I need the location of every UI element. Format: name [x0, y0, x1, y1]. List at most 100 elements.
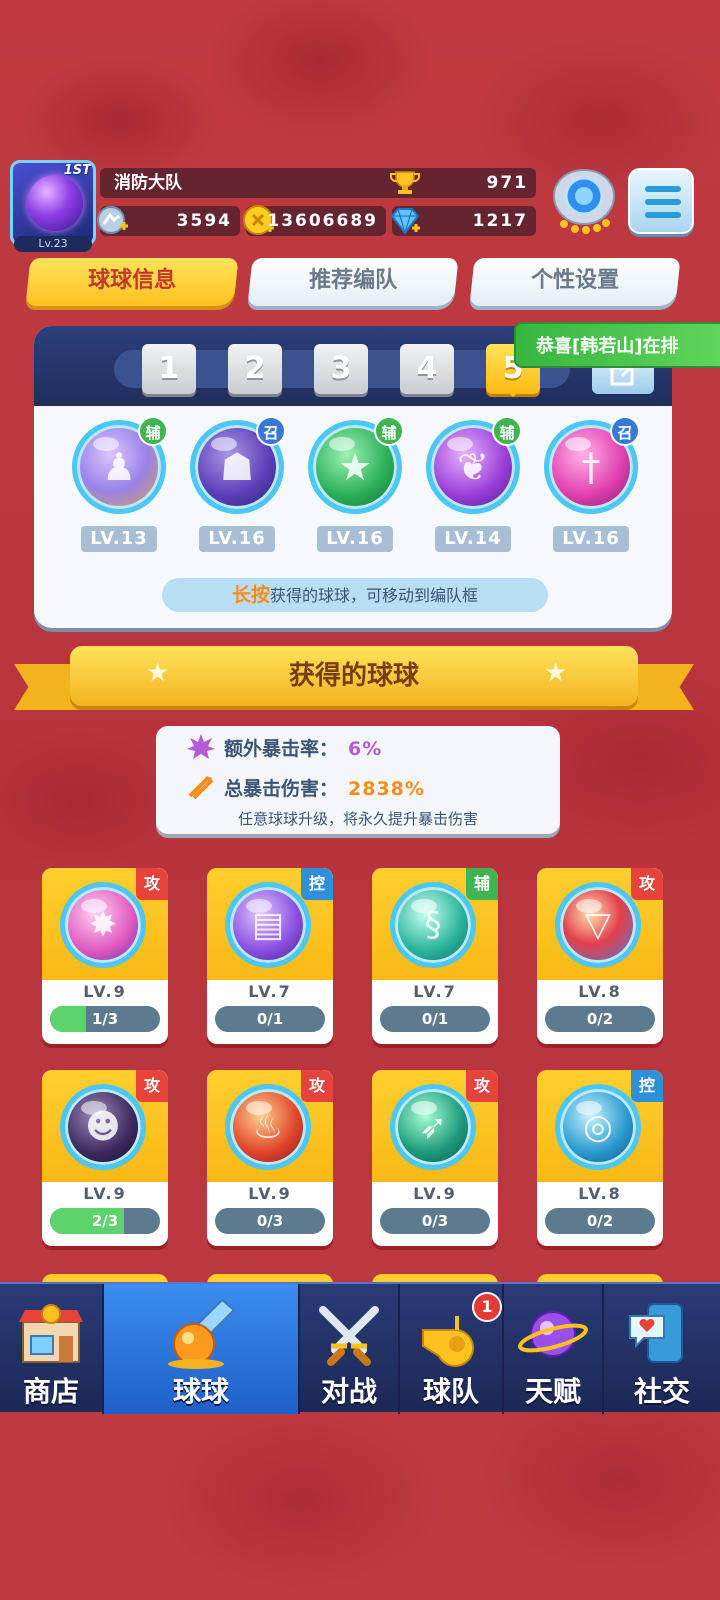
card-role-tag: 辅: [466, 868, 498, 900]
nav-talent-label: 天赋: [524, 1375, 581, 1408]
card-ball-orb: ➶: [390, 1084, 476, 1170]
nav-team[interactable]: 1 球队: [400, 1284, 502, 1414]
crit-stats-card: 额外暴击率： 6% 总暴击伤害： 2838% 任意球球升级，将永久提升暴击伤害: [156, 726, 560, 834]
whirlwind-icon: ◎: [583, 1107, 613, 1147]
ball-card[interactable]: ▽ 攻 LV.8 0/2: [537, 868, 663, 1044]
tab-recommended-lineup-label: 推荐编队: [309, 268, 398, 293]
ball-card[interactable]: ☻ 攻 LV.9 2/3: [42, 1070, 168, 1246]
card-progress-bar: 0/3: [215, 1208, 325, 1234]
ball-card[interactable]: ▤ 控 LV.7 0/1: [207, 868, 333, 1044]
team-notification-badge: 1: [472, 1292, 502, 1322]
card-level: LV.9: [83, 982, 127, 1001]
card-ball-orb: ✸: [60, 882, 146, 968]
lineup-ball-4[interactable]: ❦ 辅 LV.14: [422, 416, 524, 552]
lineup-slot-4[interactable]: 4: [400, 344, 454, 394]
card-level: LV.9: [413, 1184, 457, 1203]
stamina-bar[interactable]: 3594: [97, 206, 240, 236]
nav-shop[interactable]: 商店: [0, 1284, 102, 1414]
lineup-hint-highlight: 长按: [231, 584, 270, 606]
tab-ball-info-label: 球球信息: [88, 268, 177, 293]
card-progress-text: 0/3: [421, 1212, 449, 1230]
broadcast-notice[interactable]: 恭喜[韩若山]在排: [514, 322, 720, 368]
chat-heart-icon: [629, 1303, 683, 1363]
lineup-panel: 1 2 3 4 5 ♟ 辅 LV.13 ☗ 召 LV.16 ★ 辅 LV.16 …: [34, 326, 672, 628]
gold-value: 13606689: [267, 211, 378, 231]
star-icon-left: ★: [146, 658, 170, 688]
crit-rate-value: 6%: [348, 738, 383, 760]
ball-card[interactable]: § 辅 LV.7 0/1: [372, 868, 498, 1044]
nav-social-label: 社交: [633, 1375, 690, 1408]
card-progress-text: 0/2: [586, 1212, 614, 1230]
card-ball-orb: ☻: [60, 1084, 146, 1170]
trophy-count: 971: [486, 173, 528, 193]
ball-card[interactable]: ➶ 攻 LV.9 0/3: [372, 1070, 498, 1246]
card-progress-bar: 0/3: [380, 1208, 490, 1234]
ball-card[interactable]: ✸ 攻 LV.9 1/3: [42, 868, 168, 1044]
nav-social[interactable]: 社交: [604, 1284, 720, 1414]
crit-rate-row: 额外暴击率： 6%: [224, 734, 382, 761]
lineup-slot-3[interactable]: 3: [314, 344, 368, 394]
lineup-ball-3[interactable]: ★ 辅 LV.16: [304, 416, 406, 552]
lineup-ball-4-level: LV.14: [435, 526, 511, 552]
card-progress-text: 0/1: [421, 1010, 449, 1028]
crit-damage-row: 总暴击伤害： 2838%: [224, 774, 425, 801]
card-progress-text: 0/3: [256, 1212, 284, 1230]
bottom-nav: 商店 球球 对战 1 球队 天赋 社交: [0, 1282, 720, 1414]
ball-card[interactable]: ♨ 攻 LV.9 0/3: [207, 1070, 333, 1246]
avatar-orb: [27, 175, 83, 231]
card-progress-bar: 0/1: [380, 1006, 490, 1032]
tab-ball-info[interactable]: 球球信息: [25, 258, 239, 306]
lineup-hint-text: 获得的球球，可移动到编队框: [270, 586, 479, 605]
team-name: 消防大队: [114, 173, 182, 193]
lineup-ball-3-level: LV.16: [317, 526, 393, 552]
card-progress-text: 1/3: [91, 1010, 119, 1028]
stamina-icon: [97, 206, 128, 234]
diamond-value: 1217: [472, 211, 528, 231]
menu-bar-3: [645, 212, 681, 218]
trophy-icon: [390, 171, 420, 194]
ball-card[interactable]: ◎ 控 LV.8 0/2: [537, 1070, 663, 1246]
lineup-ball-5-level: LV.16: [553, 526, 629, 552]
card-ball-orb: ▽: [555, 882, 641, 968]
dragon-icon: §: [424, 905, 442, 945]
card-role-tag: 控: [301, 868, 333, 900]
card-progress-bar: 0/1: [215, 1006, 325, 1032]
nav-battle[interactable]: 对战: [300, 1284, 398, 1414]
diamond-bar[interactable]: 1217: [390, 206, 536, 236]
nav-battle-label: 对战: [320, 1375, 377, 1408]
card-role-tag: 攻: [136, 868, 168, 900]
crit-damage-value: 2838%: [348, 778, 425, 800]
menu-button[interactable]: [628, 168, 694, 234]
card-progress-bar: 0/2: [545, 1006, 655, 1032]
player-avatar[interactable]: 1ST: [10, 160, 96, 246]
card-progress-bar: 2/3: [50, 1208, 160, 1234]
lineup-ball-2-role: 召: [256, 416, 286, 446]
shop-icon: [19, 1304, 83, 1363]
lineup-slot-1[interactable]: 1: [142, 344, 196, 394]
tab-personal-settings[interactable]: 个性设置: [469, 258, 681, 306]
crossed-swords-icon: [319, 1306, 379, 1366]
lineup-ball-4-role: 辅: [492, 416, 522, 446]
lineup-hint: 长按获得的球球，可移动到编队框: [162, 578, 548, 612]
player-level: Lv.23: [14, 236, 92, 252]
nav-talent[interactable]: 天赋: [504, 1284, 602, 1414]
avatar-rank-label: 1ST: [63, 163, 91, 178]
nav-balls[interactable]: 球球: [104, 1284, 298, 1414]
card-role-tag: 攻: [136, 1070, 168, 1102]
diamond-icon: [390, 208, 420, 236]
card-role-tag: 攻: [301, 1070, 333, 1102]
star-icon-right: ★: [544, 658, 568, 688]
lineup-slot-2[interactable]: 2: [228, 344, 282, 394]
lineup-ball-5[interactable]: † 召 LV.16: [540, 416, 642, 552]
prism-icon: ▽: [584, 905, 612, 945]
lineup-ball-2[interactable]: ☗ 召 LV.16: [186, 416, 288, 552]
card-level: LV.7: [248, 982, 292, 1001]
gold-bar[interactable]: 13606689: [243, 205, 386, 236]
lineup-ball-2-level: LV.16: [199, 526, 275, 552]
lineup-ball-1[interactable]: ♟ 辅 LV.13: [68, 416, 170, 552]
rank-badge-icon[interactable]: [548, 166, 620, 236]
nav-shop-label: 商店: [22, 1375, 79, 1408]
tab-recommended-lineup[interactable]: 推荐编队: [247, 258, 459, 306]
crit-rate-label: 额外暴击率：: [224, 738, 339, 760]
crit-damage-icon: [188, 776, 214, 800]
